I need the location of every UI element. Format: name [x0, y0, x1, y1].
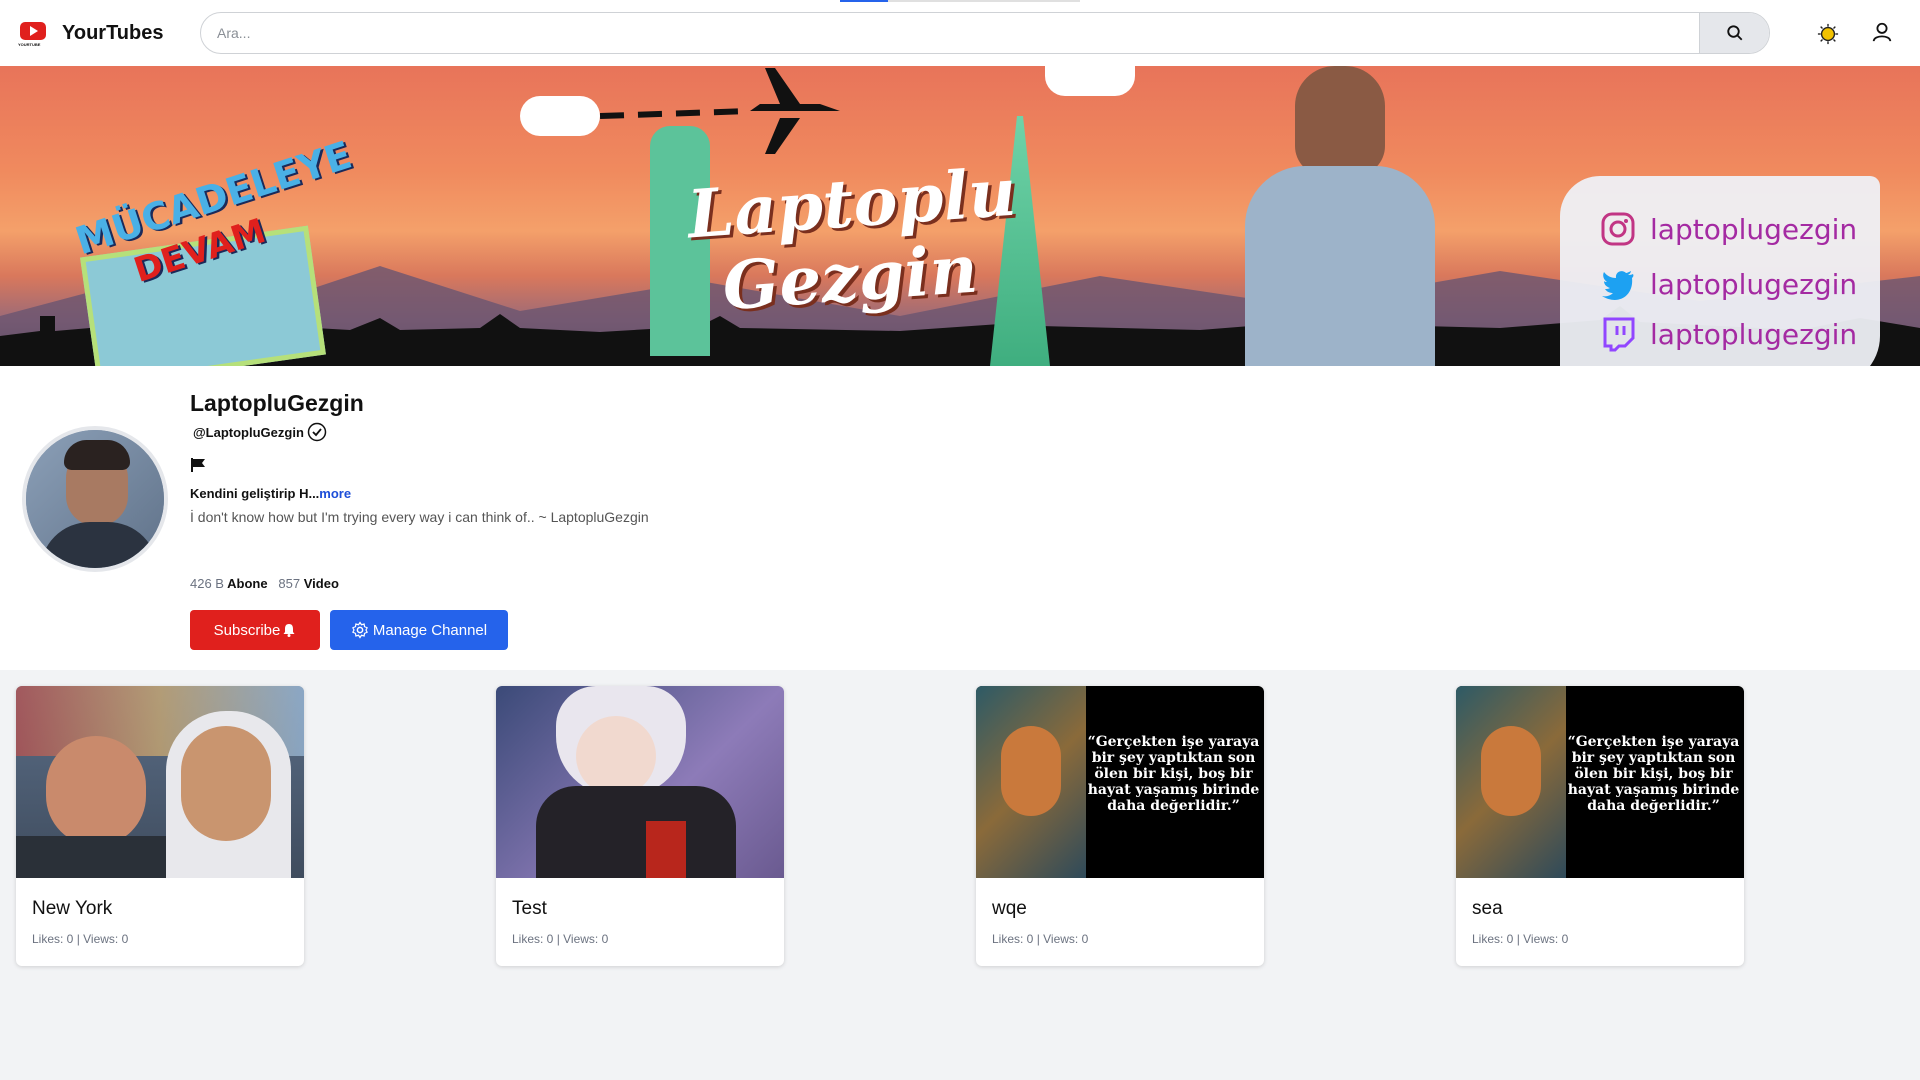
- video-card[interactable]: “Gerçekten işe yaraya bir şey yaptıktan s…: [1456, 686, 1744, 966]
- channel-name: LaptopluGezgin: [190, 390, 364, 416]
- video-card[interactable]: “Gerçekten işe yaraya bir şey yaptıktan s…: [976, 686, 1264, 966]
- banner-title: Laptoplu Gezgin: [685, 152, 1019, 326]
- subscribe-button-label: Subscribe: [213, 621, 281, 639]
- video-count: 857: [278, 576, 301, 591]
- airplane-icon: [600, 68, 840, 154]
- flag-icon: [191, 458, 205, 472]
- video-title[interactable]: wqe: [992, 898, 1027, 920]
- banner-person-photo: [1245, 66, 1435, 366]
- theme-toggle-sun-icon[interactable]: [1816, 22, 1840, 46]
- channel-description-short: Kendini geliştirip H...more: [190, 486, 352, 501]
- video-meta: Likes: 0 | Views: 0: [32, 932, 129, 946]
- page-loading-indicator: [840, 0, 1080, 2]
- app-logo[interactable]: YOURTUBE YourTubes: [18, 18, 163, 48]
- video-thumbnail[interactable]: [16, 686, 304, 878]
- video-label: Video: [303, 576, 339, 591]
- search-input[interactable]: [201, 13, 1699, 53]
- cloud-icon: [520, 96, 600, 136]
- search-button[interactable]: [1699, 13, 1769, 53]
- channel-avatar[interactable]: [22, 426, 168, 572]
- gear-icon: [351, 621, 368, 639]
- video-card[interactable]: New York Likes: 0 | Views: 0: [16, 686, 304, 966]
- video-thumbnail[interactable]: “Gerçekten işe yaraya bir şey yaptıktan s…: [976, 686, 1264, 878]
- banner-social-twitch: laptoplugezgin: [1600, 316, 1857, 352]
- banner-social-twitter: laptoplugezgin: [1600, 266, 1857, 302]
- subscriber-count: 426 B: [190, 576, 224, 591]
- twitch-icon: [1603, 317, 1635, 352]
- instagram-icon: [1601, 212, 1635, 246]
- channel-description: İ don't know how but I'm trying every wa…: [190, 509, 649, 525]
- cloud-icon: [1045, 66, 1135, 96]
- bell-icon: [283, 624, 295, 637]
- video-meta: Likes: 0 | Views: 0: [512, 932, 609, 946]
- video-thumbnail[interactable]: [496, 686, 784, 878]
- top-header: YOURTUBE YourTubes: [0, 0, 1920, 66]
- subscribe-button[interactable]: Subscribe: [190, 610, 320, 650]
- video-card[interactable]: Test Likes: 0 | Views: 0: [496, 686, 784, 966]
- video-thumbnail[interactable]: “Gerçekten işe yaraya bir şey yaptıktan s…: [1456, 686, 1744, 878]
- video-title[interactable]: New York: [32, 898, 112, 920]
- search-icon: [1726, 25, 1742, 41]
- user-account-icon[interactable]: [1871, 21, 1895, 45]
- manage-channel-label: Manage Channel: [372, 621, 488, 639]
- video-meta: Likes: 0 | Views: 0: [992, 932, 1089, 946]
- quote-text: “Gerçekten işe yaraya bir şey yaptıktan s…: [1087, 734, 1260, 814]
- video-title[interactable]: sea: [1472, 898, 1503, 920]
- verified-check-icon: [307, 422, 327, 442]
- channel-banner: MÜCADELEYE DEVAM Laptoplu Gezgin laptopl…: [0, 66, 1920, 366]
- banner-social-instagram: laptoplugezgin: [1600, 211, 1857, 247]
- channel-stats: 426 B Abone 857 Video: [190, 576, 339, 591]
- youtube-logo-icon: YOURTUBE: [18, 18, 48, 48]
- twitter-icon: [1602, 271, 1634, 300]
- quote-text: “Gerçekten işe yaraya bir şey yaptıktan s…: [1567, 734, 1740, 814]
- more-link[interactable]: more: [319, 486, 351, 501]
- channel-handle-row: @LaptopluGezgin: [193, 422, 327, 442]
- subscriber-label: Abone: [227, 576, 268, 591]
- channel-handle: @LaptopluGezgin: [193, 424, 304, 440]
- video-meta: Likes: 0 | Views: 0: [1472, 932, 1569, 946]
- video-title[interactable]: Test: [512, 898, 547, 920]
- channel-profile-section: LaptopluGezgin @LaptopluGezgin Kendini g…: [0, 366, 1920, 670]
- manage-channel-button[interactable]: Manage Channel: [330, 610, 508, 650]
- search-bar: [200, 12, 1770, 54]
- app-name: YourTubes: [62, 21, 164, 44]
